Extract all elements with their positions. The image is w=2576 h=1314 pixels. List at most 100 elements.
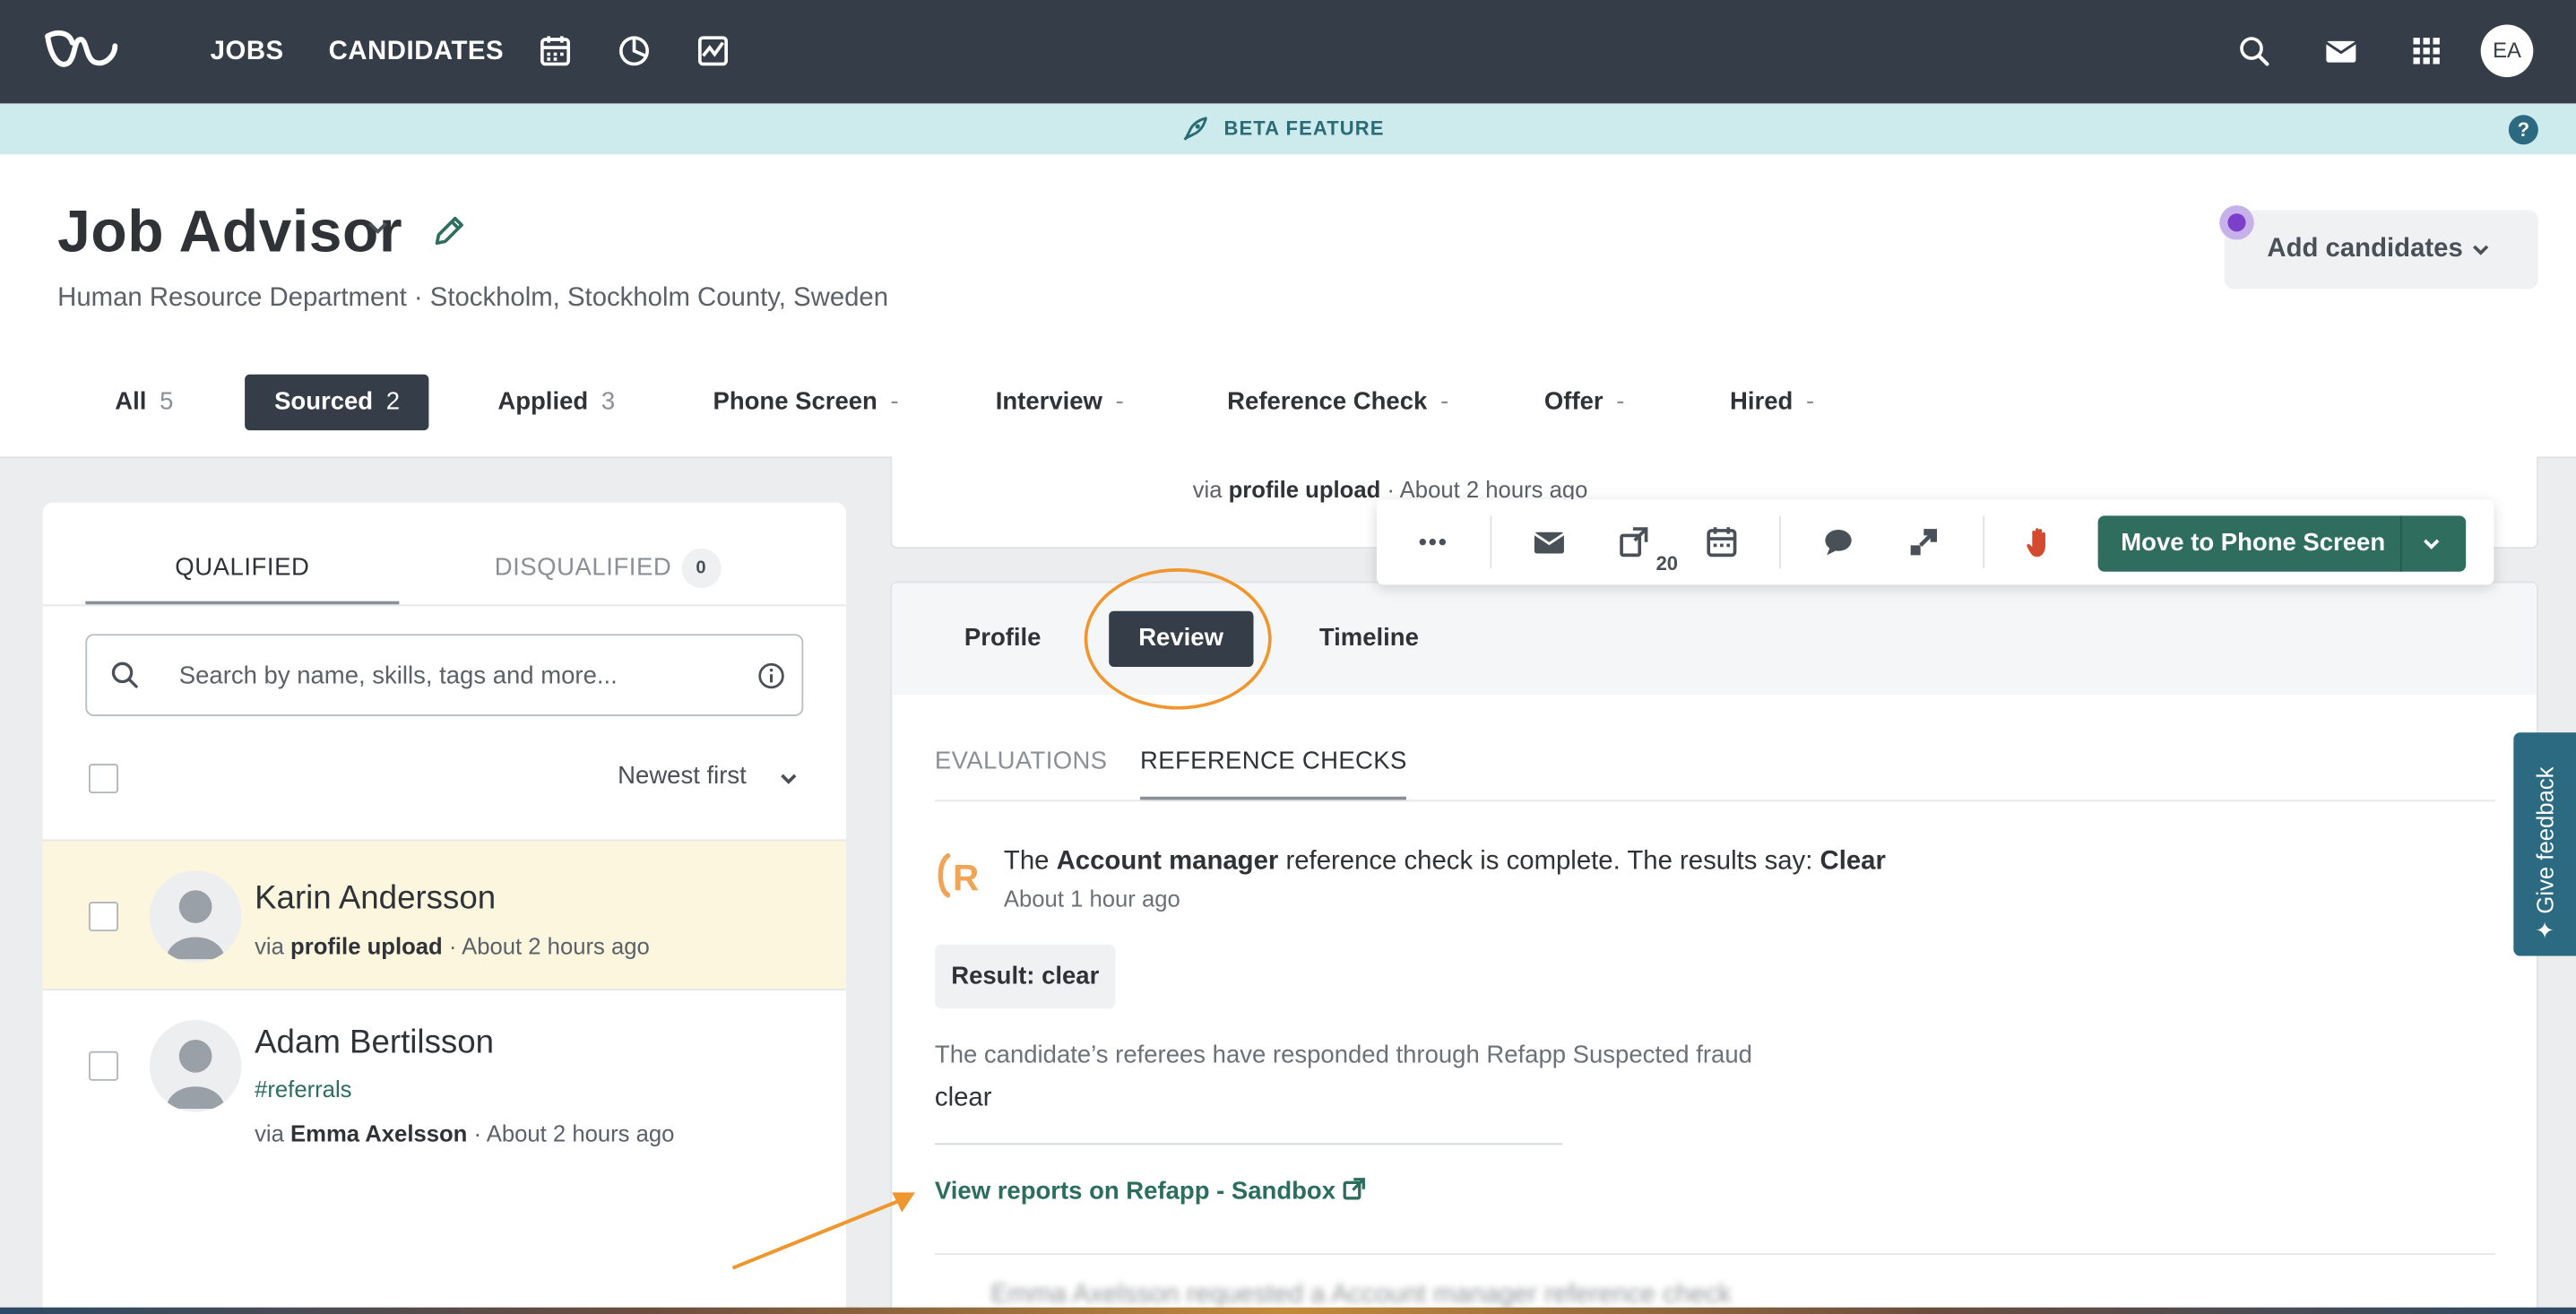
stage-tab-interview[interactable]: Interview - <box>966 375 1154 430</box>
search-box <box>85 634 804 716</box>
svg-text:R: R <box>953 858 979 898</box>
tab-qualified[interactable]: QUALIFIED <box>85 539 400 605</box>
reference-check-status: The Account manager reference check is c… <box>1004 848 1886 877</box>
divider <box>42 604 846 607</box>
stage-tab-all[interactable]: All 5 <box>85 375 203 430</box>
tab-timeline[interactable]: Timeline <box>1290 611 1448 667</box>
via-source: Emma Axelsson <box>290 1119 468 1147</box>
calendar-icon[interactable] <box>1706 525 1739 558</box>
link-label: View reports on Refapp - Sandbox <box>934 1177 1336 1206</box>
candidate-name[interactable]: Karin Andersson <box>255 880 496 918</box>
select-all-checkbox[interactable] <box>88 764 118 794</box>
stage-count: 3 <box>601 387 616 416</box>
mail-icon[interactable] <box>1533 525 1566 558</box>
top-navigation: JOBS CANDIDATES EA <box>0 0 2576 104</box>
stage-tab-reference-check[interactable]: Reference Check - <box>1197 375 1478 430</box>
candidate-row[interactable]: Adam Bertilsson #referrals via Emma Axel… <box>42 989 846 1186</box>
chevron-down-icon[interactable] <box>365 213 391 239</box>
stage-label: Offer <box>1543 387 1604 416</box>
arrow-annotation-icon <box>731 1192 915 1270</box>
reference-role: Account manager <box>1056 847 1279 876</box>
candidate-tag[interactable]: #referrals <box>255 1076 351 1102</box>
disqualify-hand-icon[interactable] <box>2024 525 2057 558</box>
divider <box>2399 515 2402 572</box>
candidate-source: via Emma Axelsson · About 2 hours ago <box>255 1120 674 1146</box>
stage-label: All <box>115 387 147 416</box>
divider <box>1983 515 1985 569</box>
candidate-row[interactable]: Karin Andersson via profile upload · Abo… <box>42 839 846 990</box>
candidate-checkbox[interactable] <box>88 1050 118 1081</box>
user-avatar[interactable]: EA <box>2480 24 2534 78</box>
search-input[interactable] <box>178 635 738 715</box>
reference-description: The candidate’s referees have responded … <box>934 1041 1752 1069</box>
via-prefix: via <box>1192 476 1223 503</box>
chevron-down-icon[interactable] <box>2420 532 2443 556</box>
logo-icon[interactable] <box>43 26 122 75</box>
rocket-icon <box>1183 117 1207 141</box>
mail-icon[interactable] <box>2323 33 2359 69</box>
chevron-down-icon <box>2473 245 2489 255</box>
count-badge: 0 <box>681 549 722 589</box>
nav-candidates[interactable]: CANDIDATES <box>329 0 505 103</box>
stage-tab-phone-screen[interactable]: Phone Screen - <box>683 375 928 430</box>
view-reports-link[interactable]: View reports on Refapp - Sandbox <box>935 1178 1365 1206</box>
pencil-icon[interactable] <box>430 213 466 249</box>
job-location: Human Resource Department · Stockholm, S… <box>57 284 889 313</box>
move-to-phone-screen-button[interactable]: Move to Phone Screen <box>2097 515 2467 572</box>
pie-chart-icon[interactable] <box>616 33 652 69</box>
page-title[interactable]: Job Advisor <box>57 197 402 266</box>
more-icon[interactable] <box>1416 525 1449 558</box>
info-icon[interactable] <box>757 661 785 689</box>
candidate-name[interactable]: Adam Bertilsson <box>255 1024 494 1062</box>
via-source: profile upload <box>290 932 443 960</box>
avatar <box>149 1019 242 1112</box>
attachment-count: 20 <box>1655 551 1679 575</box>
divider <box>934 1143 1563 1145</box>
result-badge: Result: clear <box>934 944 1116 1009</box>
help-icon[interactable]: ? <box>2508 115 2538 145</box>
add-candidates-button[interactable]: Add candidates <box>2224 210 2538 290</box>
share-icon[interactable] <box>1618 525 1651 558</box>
stage-tab-sourced[interactable]: Sourced 2 <box>245 374 430 431</box>
stage-tab-applied[interactable]: Applied 3 <box>468 375 644 430</box>
divider <box>1490 515 1492 569</box>
stage-tab-hired[interactable]: Hired - <box>1700 375 1844 430</box>
move-button-label: Move to Phone Screen <box>2121 529 2386 558</box>
nav-jobs[interactable]: JOBS <box>211 0 284 103</box>
move-stage-icon[interactable] <box>1907 525 1941 558</box>
refapp-logo-icon: R <box>938 852 979 898</box>
search-icon <box>111 661 138 688</box>
tab-reference-checks[interactable]: REFERENCE CHECKS <box>1140 748 1407 800</box>
give-feedback-button[interactable]: ✦ Give feedback <box>2513 732 2576 956</box>
divider <box>934 800 2496 802</box>
highlight-circle-annotation <box>1084 568 1272 710</box>
candidate-checkbox[interactable] <box>88 902 118 932</box>
via-prefix: via <box>255 1119 284 1147</box>
feedback-label: ✦ Give feedback <box>2531 766 2558 940</box>
comment-icon[interactable] <box>1822 525 1855 558</box>
tab-disqualified[interactable]: DISQUALIFIED 0 <box>495 539 722 604</box>
stage-label: Reference Check <box>1227 387 1428 416</box>
tab-disqualified-label: DISQUALIFIED <box>494 553 672 582</box>
job-header: Job Advisor Human Resource Department · … <box>0 154 2576 459</box>
tab-evaluations[interactable]: EVALUATIONS <box>935 748 1107 775</box>
avatar <box>149 870 242 963</box>
activity-icon[interactable] <box>695 33 730 69</box>
add-candidates-label: Add candidates <box>2267 235 2463 264</box>
apps-grid-icon[interactable] <box>2408 33 2444 69</box>
tab-profile[interactable]: Profile <box>935 611 1071 667</box>
via-source: profile upload <box>1228 476 1381 503</box>
stage-count: - <box>1616 387 1625 416</box>
text: reference check is complete. The results… <box>1285 847 1813 876</box>
calendar-icon[interactable] <box>537 33 573 69</box>
sort-dropdown[interactable]: Newest first <box>618 762 747 790</box>
stage-label: Interview <box>995 387 1102 416</box>
reference-result: Clear <box>1820 847 1886 876</box>
candidate-source: via profile upload · About 2 hours ago <box>255 933 650 959</box>
beta-banner: BETA FEATURE <box>0 103 2576 155</box>
stage-tab-offer[interactable]: Offer - <box>1515 375 1655 430</box>
beta-label: BETA FEATURE <box>1223 117 1385 140</box>
search-icon[interactable] <box>2236 33 2272 69</box>
stage-count: - <box>1439 387 1449 416</box>
stage-count: 2 <box>385 387 401 416</box>
